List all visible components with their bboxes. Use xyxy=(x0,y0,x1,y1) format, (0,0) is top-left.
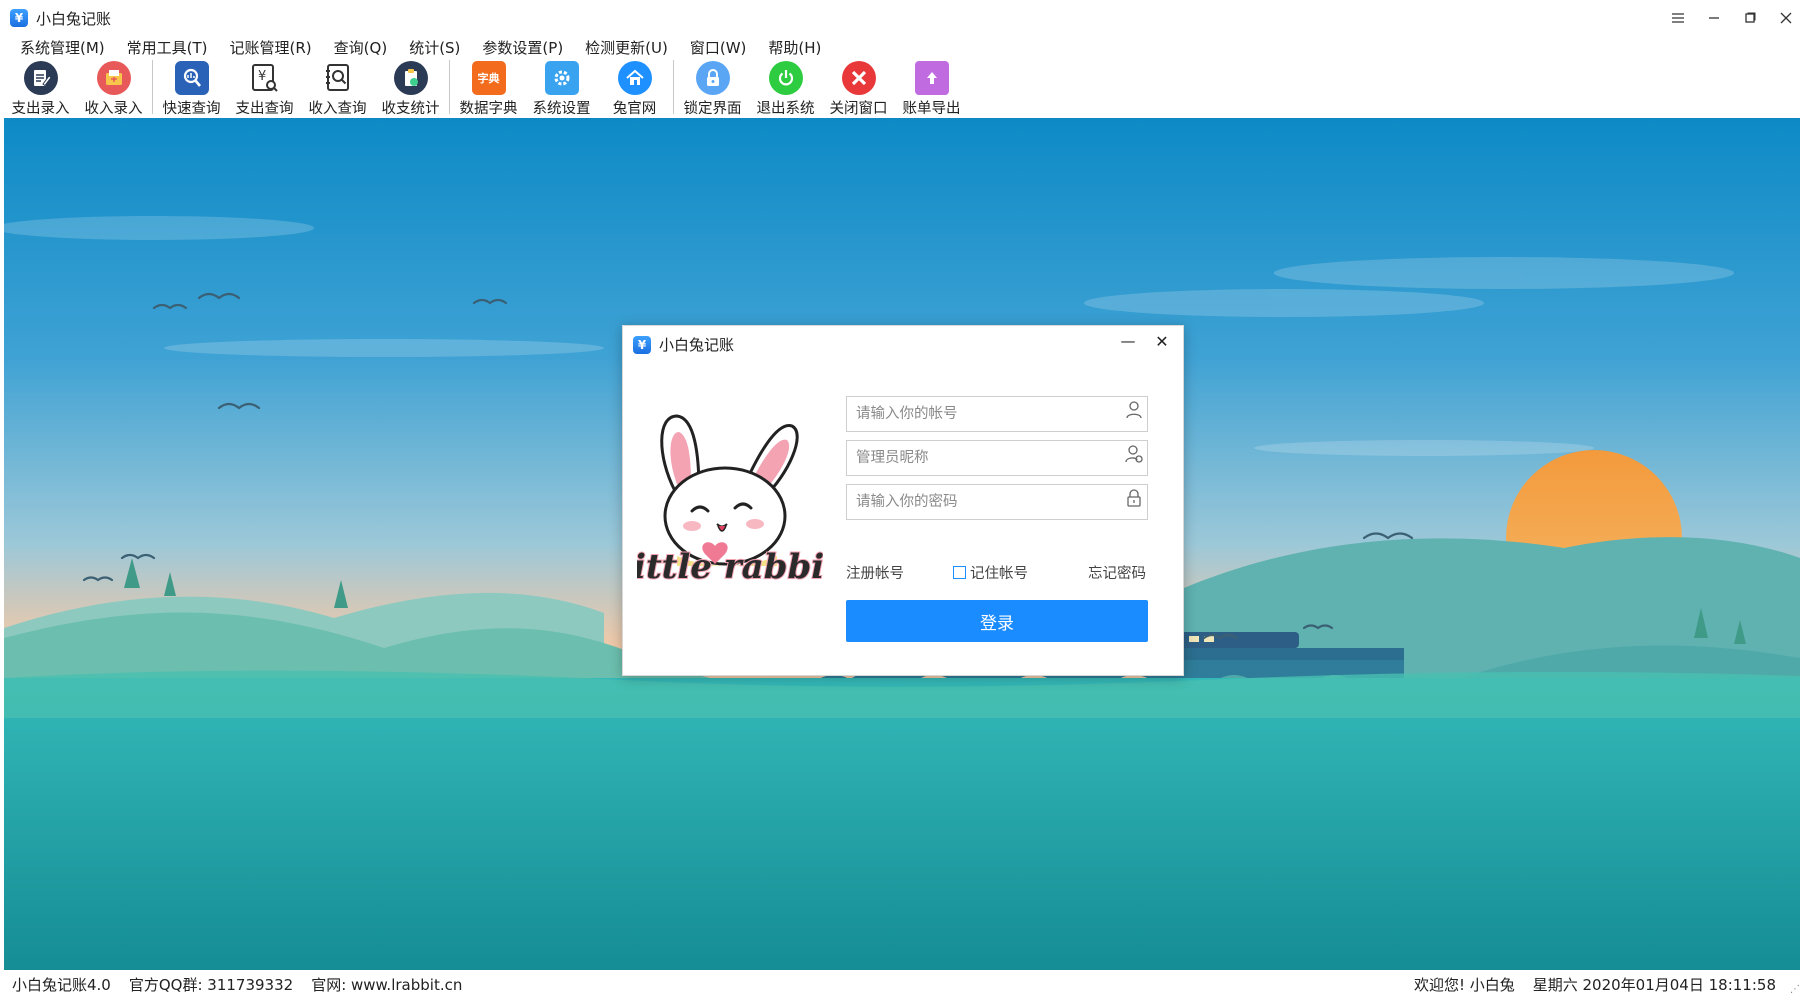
menu-statistics[interactable]: 统计(S) xyxy=(399,37,470,58)
login-dialog: ¥ 小白兔记账 — ✕ little rabbit xyxy=(619,325,1184,676)
toolbar-label: 系统设置 xyxy=(532,101,591,117)
lock-icon xyxy=(695,61,730,95)
statistics-button[interactable]: 收支统计 xyxy=(374,58,447,118)
toolbar-label: 快速查询 xyxy=(162,101,221,117)
nickname-field xyxy=(846,440,1148,476)
app-logo-icon: ¥ xyxy=(10,9,28,27)
dialog-close-icon[interactable]: ✕ xyxy=(1151,332,1173,351)
toolbar-label: 数据字典 xyxy=(459,101,518,117)
toolbar-label: 锁定界面 xyxy=(683,101,742,117)
minimize-icon[interactable] xyxy=(1696,0,1732,36)
register-link[interactable]: 注册帐号 xyxy=(846,562,904,583)
quick-search-icon xyxy=(174,61,209,95)
status-left: 小白兔记账4.0 官方QQ群: 311739332 官网: www.lrabbi… xyxy=(0,974,480,995)
toolbar-label: 收支统计 xyxy=(381,101,440,117)
menu-bar: 系统管理(M) 常用工具(T) 记账管理(R) 查询(Q) 统计(S) 参数设置… xyxy=(0,36,1804,58)
dialog-title-bar: ¥ 小白兔记账 xyxy=(633,334,734,355)
rabbit-illustration: little rabbit xyxy=(619,414,841,588)
user-icon xyxy=(1126,401,1142,419)
export-icon xyxy=(914,61,949,95)
menu-common-tools[interactable]: 常用工具(T) xyxy=(117,37,218,58)
expense-entry-icon xyxy=(23,61,58,95)
remember-account-checkbox[interactable]: 记住帐号 xyxy=(953,562,1028,583)
exit-system-button[interactable]: 退出系统 xyxy=(749,58,822,118)
forgot-password-link[interactable]: 忘记密码 xyxy=(1088,562,1146,583)
rabbit-logo: little rabbit xyxy=(619,396,841,596)
dictionary-icon: 字典 xyxy=(471,61,506,95)
account-input[interactable] xyxy=(847,397,1116,431)
close-window-icon xyxy=(841,61,876,95)
resize-grip[interactable]: ⋰ xyxy=(1790,984,1800,995)
version-text: 小白兔记账4.0 xyxy=(12,976,111,994)
settings-icon xyxy=(544,61,579,95)
toolbar-label: 收入查询 xyxy=(308,101,367,117)
nickname-input[interactable] xyxy=(847,441,1116,475)
website-text: 官网: www.lrabbit.cn xyxy=(311,976,463,994)
income-query-button[interactable]: 收入查询 xyxy=(301,58,374,118)
toolbar-separator xyxy=(449,60,450,114)
checkbox-box[interactable] xyxy=(953,566,966,579)
status-bar: 小白兔记账4.0 官方QQ群: 311739332 官网: www.lrabbi… xyxy=(0,970,1804,999)
menu-icon[interactable] xyxy=(1660,0,1696,36)
menu-check-update[interactable]: 检测更新(U) xyxy=(575,37,678,58)
toolbar-label: 收入录入 xyxy=(84,101,143,117)
menu-parameter-settings[interactable]: 参数设置(P) xyxy=(472,37,573,58)
app-logo-icon: ¥ xyxy=(633,335,651,354)
expense-entry-button[interactable]: 支出录入 xyxy=(4,58,77,118)
official-website-button[interactable]: 兔官网 xyxy=(598,58,671,118)
maximize-icon[interactable] xyxy=(1732,0,1768,36)
system-settings-button[interactable]: 系统设置 xyxy=(525,58,598,118)
menu-system-management[interactable]: 系统管理(M) xyxy=(10,37,115,58)
home-icon xyxy=(617,61,652,95)
qq-group-text: 官方QQ群: 311739332 xyxy=(128,976,294,994)
toolbar-label: 账单导出 xyxy=(902,101,961,117)
user-settings-icon xyxy=(1125,445,1143,463)
lock-icon xyxy=(1127,489,1141,507)
status-right: 欢迎您! 小白兔 星期六 2020年01月04日 18:11:58 xyxy=(1396,974,1776,995)
toolbar-label: 支出查询 xyxy=(235,101,294,117)
toolbar-separator xyxy=(673,60,674,114)
svg-text:¥: ¥ xyxy=(258,69,266,84)
toolbar-label: 支出录入 xyxy=(11,101,70,117)
income-entry-icon xyxy=(96,61,131,95)
remember-label: 记住帐号 xyxy=(970,566,1028,582)
menu-accounting-management[interactable]: 记账管理(R) xyxy=(220,37,322,58)
password-field xyxy=(846,484,1148,520)
login-links: 注册帐号 记住帐号 忘记密码 xyxy=(846,562,1148,582)
statistics-icon xyxy=(393,61,428,95)
datetime-text: 星期六 2020年01月04日 18:11:58 xyxy=(1532,976,1776,994)
toolbar: 支出录入 收入录入 快速查询 ¥ 支出查询 收入查询 收支统计 字典 数据字典 … xyxy=(0,58,1804,118)
logo-text: little rabbit xyxy=(637,547,823,587)
toolbar-label: 关闭窗口 xyxy=(829,101,888,117)
close-window-button[interactable]: 关闭窗口 xyxy=(822,58,895,118)
data-dictionary-button[interactable]: 字典 数据字典 xyxy=(452,58,525,118)
toolbar-label: 兔官网 xyxy=(612,101,657,117)
expense-query-icon: ¥ xyxy=(247,61,282,95)
toolbar-label: 退出系统 xyxy=(756,101,815,117)
dialog-minimize-icon[interactable]: — xyxy=(1117,332,1139,350)
login-button[interactable]: 登录 xyxy=(846,600,1148,642)
dictionary-glyph: 字典 xyxy=(477,72,500,85)
close-icon[interactable] xyxy=(1768,0,1804,36)
expense-query-button[interactable]: ¥ 支出查询 xyxy=(228,58,301,118)
menu-query[interactable]: 查询(Q) xyxy=(324,37,398,58)
quick-search-button[interactable]: 快速查询 xyxy=(155,58,228,118)
window-title: 小白兔记账 xyxy=(36,9,112,28)
menu-window[interactable]: 窗口(W) xyxy=(680,37,757,58)
account-field xyxy=(846,396,1148,432)
password-input[interactable] xyxy=(847,485,1116,519)
power-icon xyxy=(768,61,803,95)
title-bar: ¥ 小白兔记账 xyxy=(0,0,1804,36)
welcome-text: 欢迎您! 小白兔 xyxy=(1413,976,1515,994)
income-query-icon xyxy=(320,61,355,95)
bill-export-button[interactable]: 账单导出 xyxy=(895,58,968,118)
lock-screen-button[interactable]: 锁定界面 xyxy=(676,58,749,118)
window-controls xyxy=(1660,0,1804,36)
dialog-title: 小白兔记账 xyxy=(659,336,735,354)
toolbar-separator xyxy=(152,60,153,114)
menu-help[interactable]: 帮助(H) xyxy=(758,37,831,58)
income-entry-button[interactable]: 收入录入 xyxy=(77,58,150,118)
